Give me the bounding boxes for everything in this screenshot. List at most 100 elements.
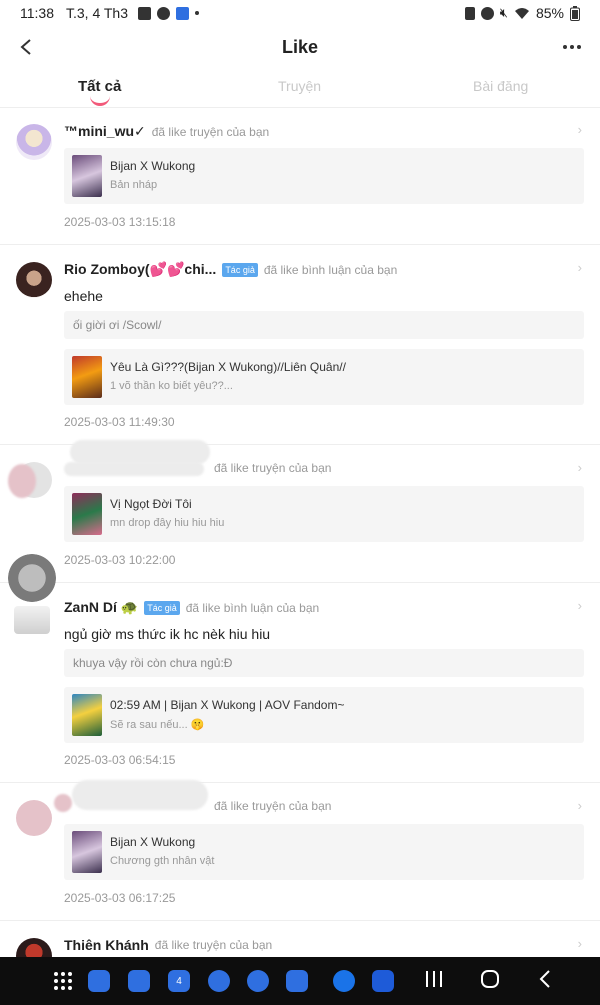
reply-comment: ngủ giờ ms thức ik hc nèk hiu hiu <box>64 626 271 642</box>
list-item[interactable]: Rio Zomboy(💕💕chi... Tác giả đã like bình… <box>0 246 600 445</box>
story-cover <box>72 831 102 873</box>
battery-percent: 85% <box>535 5 564 21</box>
action-text: đã like truyện của bạn <box>214 461 332 475</box>
privacy-blur <box>8 464 36 498</box>
avatar[interactable] <box>8 554 56 602</box>
more-icon <box>563 45 567 49</box>
avatar[interactable] <box>16 262 52 298</box>
chevron-right-icon[interactable]: › <box>578 460 582 475</box>
wifi-icon <box>514 7 529 19</box>
more-icon-dot <box>577 45 581 49</box>
nav-back-button[interactable] <box>538 969 552 994</box>
action-text: đã like truyện của bạn <box>214 799 332 813</box>
top-bar: Like <box>0 26 600 68</box>
list-item[interactable]: đã like truyện của bạn › Bijan X Wukong … <box>0 780 600 921</box>
timestamp: 2025-03-03 11:49:30 <box>64 415 175 429</box>
app-drawer-button[interactable] <box>52 970 74 992</box>
story-cover <box>72 155 102 197</box>
status-right: 🔇︎ 85% <box>464 5 580 21</box>
avatar[interactable] <box>16 124 52 160</box>
notes-app-icon[interactable] <box>88 970 110 992</box>
status-bar: 11:38 T.3, 4 Th3 🔇︎ 85% <box>0 0 600 26</box>
list-item[interactable]: đã like truyện của bạn › Vị Ngọt Đời Tôi… <box>0 440 600 583</box>
list-item[interactable]: Thiên Khánh đã like truyện của bạn › <box>0 922 600 974</box>
chevron-right-icon[interactable]: › <box>578 598 582 613</box>
action-text: đã like truyện của bạn <box>154 938 273 952</box>
calendar-app-icon[interactable]: 4 <box>168 970 190 992</box>
reply-comment: ehehe <box>64 288 103 304</box>
recents-icon <box>426 971 442 987</box>
chevron-right-icon[interactable]: › <box>578 122 582 137</box>
list-item[interactable]: ™mini_wu✓ đã like truyện của bạn › Bijan… <box>0 108 600 245</box>
chevron-right-icon[interactable]: › <box>578 260 582 275</box>
story-subtitle: Chương gth nhân vật <box>110 855 215 867</box>
video-app-icon[interactable] <box>372 970 394 992</box>
page-title: Like <box>281 36 319 57</box>
chevron-left-icon <box>20 39 31 55</box>
story-title: Yêu Là Gì???(Bijan X Wukong)//Liên Quân/… <box>110 360 346 374</box>
list-item[interactable]: ZanN Dí 🐢 Tác giả đã like bình luận của … <box>0 554 600 783</box>
timestamp: 2025-03-03 06:54:15 <box>64 753 176 767</box>
chevron-right-icon[interactable]: › <box>578 798 582 813</box>
internet-app-icon[interactable] <box>247 970 269 992</box>
gallery-icon <box>138 6 152 20</box>
status-left: 11:38 T.3, 4 Th3 <box>20 5 200 21</box>
story-card[interactable]: Yêu Là Gì???(Bijan X Wukong)//Liên Quân/… <box>64 349 584 405</box>
story-title: Vị Ngọt Đời Tôi <box>110 497 192 511</box>
timestamp: 2025-03-03 10:22:00 <box>64 553 176 567</box>
tab-all[interactable]: Tất cả <box>78 78 121 95</box>
story-card[interactable]: Vị Ngọt Đời Tôi mn drop đây hiu hiu hiu <box>64 486 584 542</box>
more-button[interactable] <box>558 33 586 61</box>
story-title: 02:59 AM | Bijan X Wukong | AOV Fandom~ <box>110 698 345 712</box>
notification-header: đã like truyện của bạn <box>208 461 331 475</box>
status-date: T.3, 4 Th3 <box>66 5 129 21</box>
avatar-frame <box>14 606 50 634</box>
privacy-blur <box>70 440 210 464</box>
zalo-icon <box>176 6 190 20</box>
messages-app-icon[interactable] <box>208 970 230 992</box>
status-time: 11:38 <box>20 5 54 21</box>
story-subtitle: Sẽ ra sau nếu... 🤫 <box>110 719 205 731</box>
story-card[interactable]: Bijan X Wukong Chương gth nhân vật <box>64 824 584 880</box>
alarm-icon <box>480 6 494 20</box>
tiktok-icon <box>157 6 171 20</box>
home-button[interactable] <box>480 969 500 994</box>
notification-header: ™mini_wu✓ đã like truyện của bạn <box>64 123 269 140</box>
notification-header: Thiên Khánh đã like truyện của bạn <box>64 937 272 953</box>
folder-app-icon[interactable] <box>128 970 150 992</box>
action-text: đã like bình luận của bạn <box>263 262 398 277</box>
timestamp: 2025-03-03 13:15:18 <box>64 215 176 229</box>
story-title: Bijan X Wukong <box>110 835 196 849</box>
action-text: đã like bình luận của bạn <box>185 600 320 615</box>
avatar[interactable] <box>16 800 52 836</box>
privacy-blur <box>64 462 204 476</box>
quoted-comment: ối giời ơi /Scowl/ <box>64 311 584 339</box>
recents-button[interactable] <box>425 969 443 994</box>
timestamp: 2025-03-03 06:17:25 <box>64 891 176 905</box>
back-arrow-icon <box>539 970 550 988</box>
tab-posts[interactable]: Bài đăng <box>473 78 528 94</box>
user-name[interactable]: Thiên Khánh <box>64 937 149 953</box>
chrome-app-icon[interactable] <box>333 970 355 992</box>
more-notifications-icon <box>195 11 200 15</box>
user-name[interactable]: ZanN Dí 🐢 <box>64 599 138 616</box>
tab-stories[interactable]: Truyện <box>278 78 321 94</box>
back-button[interactable] <box>12 33 40 61</box>
more-icon-dot <box>570 45 574 49</box>
calendar-day: 4 <box>176 975 182 987</box>
home-icon <box>481 970 499 988</box>
story-card[interactable]: Bijan X Wukong Bản nháp <box>64 148 584 204</box>
story-card[interactable]: 02:59 AM | Bijan X Wukong | AOV Fandom~ … <box>64 687 584 743</box>
tab-bar: Tất cả Truyện Bài đăng <box>0 70 600 108</box>
grid-icon <box>54 972 72 990</box>
chevron-right-icon[interactable]: › <box>578 936 582 951</box>
privacy-blur <box>72 780 208 810</box>
user-name[interactable]: ™mini_wu✓ <box>64 123 146 140</box>
story-subtitle: mn drop đây hiu hiu hiu <box>110 517 225 529</box>
camera-app-icon[interactable] <box>286 970 308 992</box>
story-title: Bijan X Wukong <box>110 159 196 173</box>
action-text: đã like truyện của bạn <box>151 124 270 139</box>
user-name[interactable]: Rio Zomboy(💕💕chi... <box>64 261 216 278</box>
story-cover <box>72 356 102 398</box>
story-cover <box>72 493 102 535</box>
